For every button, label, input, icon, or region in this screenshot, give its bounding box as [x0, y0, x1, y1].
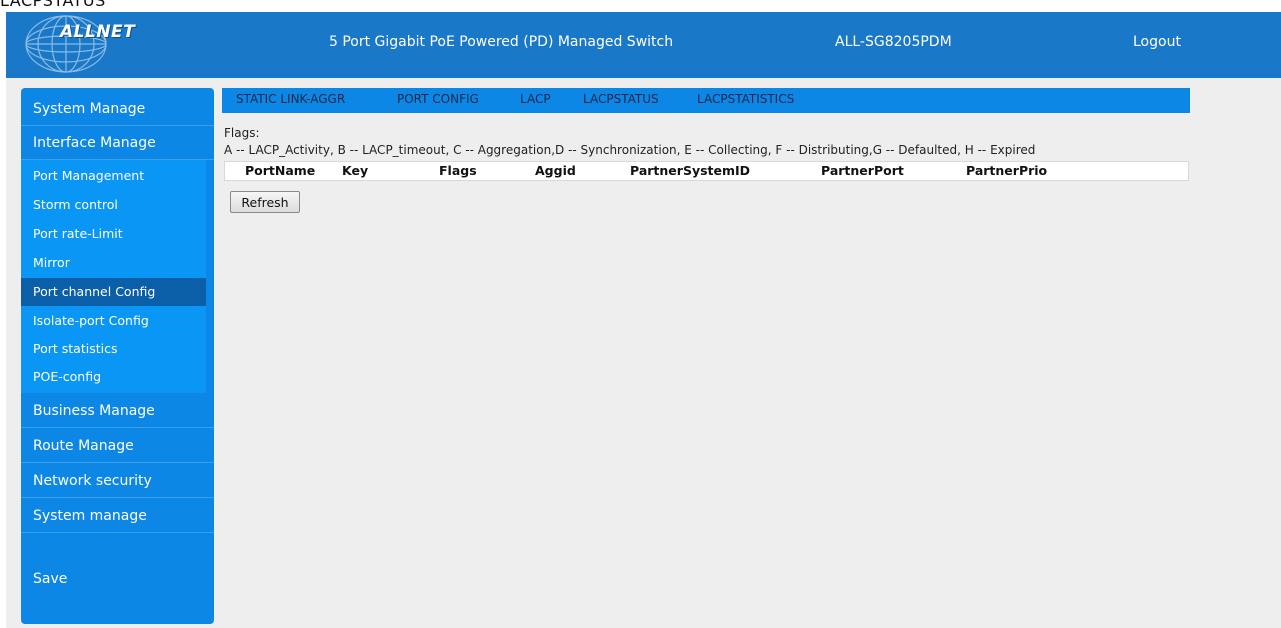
flags-legend: A -- LACP_Activity, B -- LACP_timeout, C… [224, 143, 1036, 157]
sidebar-item-system-manage[interactable]: System Manage [21, 92, 214, 126]
sidebar-item-system-manage-lower[interactable]: System manage [21, 499, 214, 533]
tab-port-config[interactable]: PORT CONFIG [397, 92, 479, 106]
tab-lacpstatistics[interactable]: LACPSTATISTICS [697, 92, 794, 106]
flags-label: Flags: [224, 126, 260, 140]
logout-link[interactable]: Logout [1133, 34, 1181, 50]
header-bar: ALLNET 5 Port Gigabit PoE Powered (PD) M… [6, 12, 1281, 78]
sidebar-item-route-manage[interactable]: Route Manage [21, 429, 214, 463]
column-header-partnerprio: PartnerPrio [966, 163, 1048, 178]
sidebar-item-network-security[interactable]: Network security [21, 464, 214, 498]
sidebar-subitem-mirror[interactable]: Mirror [21, 249, 206, 277]
column-header-portname: PortName [245, 163, 316, 178]
allnet-logo: ALLNET [24, 14, 144, 74]
sidebar-subitem-port-channel-config[interactable]: Port channel Config [21, 278, 206, 306]
lacp-status-table: PortName Key Flags Aggid PartnerSystemID… [224, 161, 1189, 181]
logo-text: ALLNET [60, 22, 136, 42]
sidebar-item-business-manage[interactable]: Business Manage [21, 394, 214, 428]
refresh-button[interactable]: Refresh [230, 191, 300, 213]
tab-lacp[interactable]: LACP [520, 92, 551, 106]
sidebar-subitem-port-rate-limit[interactable]: Port rate-Limit [21, 220, 206, 248]
column-header-key: Key [342, 163, 369, 178]
sidebar-subitem-port-statistics[interactable]: Port statistics [21, 335, 206, 363]
page-heading: LACPSTATUS [0, 0, 106, 10]
column-header-partnersystemid: PartnerSystemID [630, 163, 751, 178]
sidebar-subitem-poe-config[interactable]: POE-config [21, 363, 206, 391]
sidebar: System Manage Interface Manage Port Mana… [21, 88, 214, 624]
column-header-partnerport: PartnerPort [821, 163, 904, 178]
column-header-flags: Flags [439, 163, 477, 178]
tab-lacpstatus[interactable]: LACPSTATUS [583, 92, 659, 106]
sidebar-item-interface-manage[interactable]: Interface Manage [21, 126, 214, 160]
interface-submenu: Port Management Storm control Port rate-… [21, 160, 206, 393]
sidebar-subitem-isolate-port-config[interactable]: Isolate-port Config [21, 307, 206, 335]
sidebar-subitem-storm-control[interactable]: Storm control [21, 191, 206, 219]
column-header-aggid: Aggid [535, 163, 576, 178]
tab-static-link-aggr[interactable]: STATIC LINK-AGGR [236, 92, 345, 106]
header-title: 5 Port Gigabit PoE Powered (PD) Managed … [329, 34, 674, 50]
header-model: ALL-SG8205PDM [835, 34, 952, 50]
save-button[interactable]: Save [21, 562, 214, 596]
tab-bar: STATIC LINK-AGGR PORT CONFIG LACP LACPST… [222, 88, 1190, 113]
sidebar-subitem-port-management[interactable]: Port Management [21, 162, 206, 190]
